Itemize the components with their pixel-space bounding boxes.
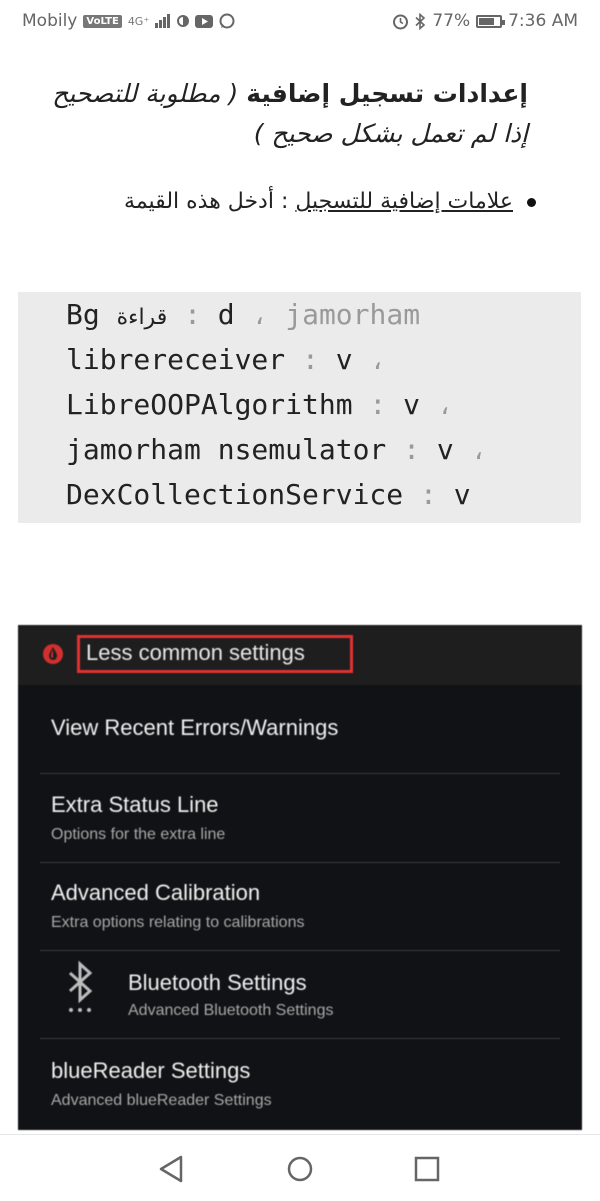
code-block: Bg قراءة : d ، jamorham librereceiver : … bbox=[18, 292, 581, 523]
code-line: Bg قراءة : d ، jamorham bbox=[66, 298, 421, 331]
screenshot-title: Less common settings bbox=[86, 640, 305, 665]
pref-subtitle: Advanced blueReader Settings bbox=[51, 1092, 272, 1109]
pref-subtitle: Extra options relating to calibrations bbox=[51, 914, 305, 931]
clock: 7:36 AM bbox=[508, 11, 578, 31]
bluetooth-icon bbox=[68, 960, 93, 1012]
status-left: Mobily VoLTE 4G⁺ bbox=[22, 11, 235, 31]
battery-icon bbox=[476, 14, 506, 28]
pref-item-calibration[interactable]: Advanced Calibration Extra options relat… bbox=[18, 863, 582, 951]
status-bar: Mobily VoLTE 4G⁺ 77% 7:36 AM bbox=[0, 0, 600, 42]
alarm-icon bbox=[392, 13, 409, 30]
pref-title: Bluetooth Settings bbox=[128, 970, 307, 995]
code-line: librereceiver : v ، bbox=[66, 343, 387, 376]
bullet-dot bbox=[527, 197, 536, 207]
pref-item-bluereader[interactable]: blueReader Settings Advanced blueReader … bbox=[18, 1039, 582, 1129]
pref-item-bluetooth[interactable]: Bluetooth Settings Advanced Bluetooth Se… bbox=[18, 951, 582, 1039]
pref-title: Extra Status Line bbox=[51, 792, 219, 817]
status-right: 77% 7:36 AM bbox=[392, 11, 578, 31]
pref-item-extra-status[interactable]: Extra Status Line Options for the extra … bbox=[18, 774, 582, 862]
pref-item-errors[interactable]: View Recent Errors/Warnings bbox=[18, 685, 582, 773]
bullet-link[interactable]: علامات إضافية للتسجيل bbox=[295, 189, 513, 214]
battery-percent: 77% bbox=[432, 11, 471, 31]
recents-button[interactable] bbox=[407, 1149, 447, 1189]
pref-title: View Recent Errors/Warnings bbox=[51, 715, 339, 740]
data-saver-icon bbox=[177, 15, 190, 27]
home-button[interactable] bbox=[280, 1149, 320, 1189]
whatsapp-icon bbox=[219, 13, 235, 29]
screenshot-header: Less common settings bbox=[18, 625, 582, 685]
code-line: jamorham nsemulator : v ، bbox=[66, 433, 488, 466]
pref-title: Advanced Calibration bbox=[51, 880, 261, 905]
heading-bold: إعدادات تسجيل إضافية bbox=[246, 79, 528, 108]
pref-subtitle: Options for the extra line bbox=[51, 826, 226, 843]
back-button[interactable] bbox=[152, 1149, 192, 1189]
navigation-bar bbox=[0, 1134, 600, 1201]
code-line: LibreOOPAlgorithm : v ، bbox=[66, 388, 454, 421]
pref-title: blueReader Settings bbox=[51, 1058, 251, 1083]
pref-subtitle: Advanced Bluetooth Settings bbox=[128, 1002, 334, 1019]
blood-drop-icon bbox=[43, 644, 63, 664]
bullet-item: علامات إضافية للتسجيل : أدخل هذه القيمة bbox=[116, 182, 536, 222]
bluetooth-icon bbox=[415, 12, 426, 30]
volte-badge: VoLTE bbox=[83, 14, 122, 28]
embedded-screenshot: Less common settings View Recent Errors/… bbox=[18, 625, 582, 1130]
code-line: DexCollectionService : v bbox=[66, 478, 471, 511]
signal-icon bbox=[155, 14, 171, 28]
bullet-text: : أدخل هذه القيمة bbox=[124, 189, 296, 214]
network-type: 4G⁺ bbox=[127, 14, 150, 28]
section-heading: إعدادات تسجيل إضافية ( مطلوبة للتصحيح إذ… bbox=[48, 74, 528, 154]
carrier-label: Mobily bbox=[22, 11, 78, 31]
youtube-icon bbox=[195, 14, 214, 28]
